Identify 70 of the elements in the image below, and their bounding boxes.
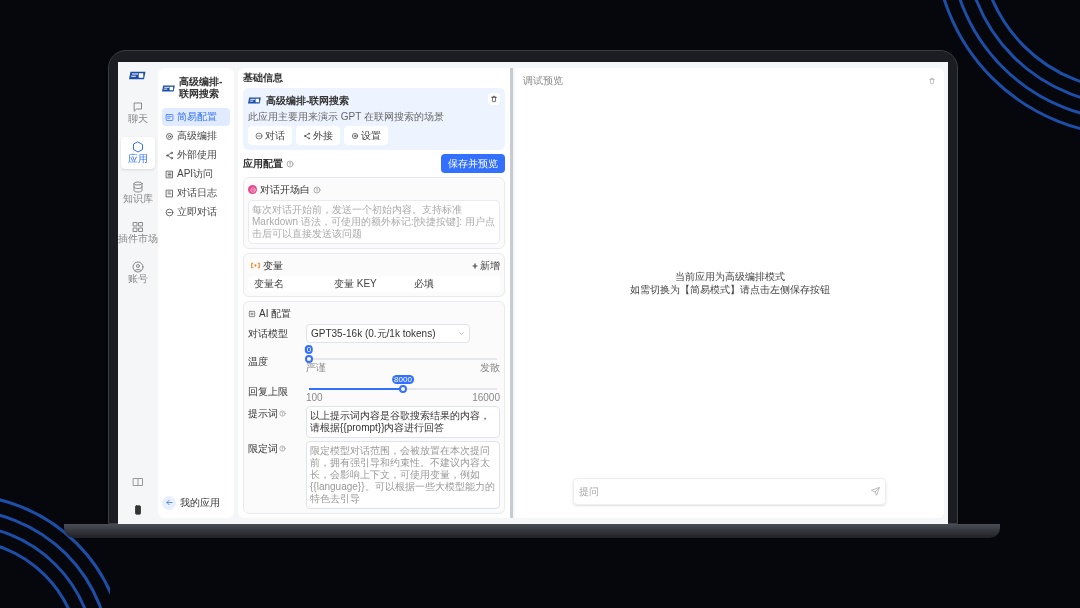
- phone-icon: [133, 504, 143, 516]
- cube-icon: [132, 141, 144, 153]
- info-text: 当前应用为高级编排模式: [674, 270, 785, 283]
- help-icon: [313, 185, 321, 194]
- scale-label: 发散: [480, 362, 500, 373]
- help-icon: [279, 410, 286, 417]
- card-title: 变量: [263, 259, 283, 273]
- logo-icon: [162, 83, 176, 93]
- section-heading: 应用配置: [243, 157, 283, 171]
- caret-icon: [458, 330, 465, 337]
- menu-item[interactable]: 外部使用: [162, 146, 230, 164]
- model-select[interactable]: GPT35-16k (0.元/1k tokens): [306, 324, 470, 343]
- database-icon: [132, 181, 144, 193]
- prompt-field[interactable]: 以上提示词内容是谷歌搜索结果的内容，请根据{{prompt}}内容进行回答: [306, 406, 500, 438]
- card-title: 对话开场白: [260, 183, 310, 197]
- info-text: 如需切换为【简易模式】请点击左侧保存按钮: [629, 283, 830, 296]
- nav-item[interactable]: 应用: [121, 137, 155, 169]
- nav-item[interactable]: 账号: [121, 257, 155, 289]
- value-badge: 0: [304, 345, 314, 354]
- menu-item[interactable]: 对话日志: [162, 184, 230, 202]
- app-name: 高级编排-联网搜索: [179, 76, 224, 100]
- field-label: 限定词: [248, 442, 278, 456]
- column-header: 变量 KEY: [334, 278, 378, 290]
- menu-item[interactable]: 简易配置: [162, 108, 230, 126]
- document-icon: [165, 188, 174, 198]
- variable-icon: [251, 262, 260, 269]
- add-button[interactable]: 新增: [472, 258, 500, 273]
- panel-title: 调试预览: [523, 74, 563, 88]
- field-label: 对话模型: [248, 327, 288, 341]
- delete-button[interactable]: [488, 93, 500, 105]
- trash-icon: [490, 95, 498, 103]
- slider-thumb[interactable]: [305, 355, 313, 363]
- back-link[interactable]: 我的应用: [162, 495, 230, 510]
- user-icon: [132, 261, 144, 273]
- book-icon: [132, 476, 144, 488]
- menu-item[interactable]: 高级编排: [162, 127, 230, 145]
- scale-label: 100: [306, 392, 323, 403]
- action-button[interactable]: 设置: [344, 126, 388, 145]
- menu-item[interactable]: API访问: [162, 165, 230, 183]
- plus-icon: [472, 262, 478, 269]
- scale-label: 严谨: [306, 362, 326, 373]
- nav-item[interactable]: 知识库: [121, 177, 155, 209]
- share-icon: [165, 150, 174, 160]
- field-label: 提示词: [248, 407, 278, 421]
- save-button[interactable]: 保存并预览: [441, 154, 505, 173]
- logo-icon: [129, 70, 147, 81]
- help-icon: [286, 159, 294, 168]
- scale-label: 16000: [472, 392, 500, 403]
- list-icon: [165, 169, 174, 179]
- grid-icon: [132, 221, 144, 233]
- chip-icon: [248, 309, 256, 318]
- logo-icon: [248, 96, 262, 105]
- nav-item[interactable]: 聊天: [121, 97, 155, 129]
- send-icon: [871, 487, 880, 496]
- action-button[interactable]: 外接: [296, 126, 340, 145]
- card-title: AI 配置: [259, 307, 292, 321]
- panel-icon: [165, 112, 174, 122]
- help-icon: [279, 445, 286, 452]
- column-header: 变量名: [254, 278, 285, 290]
- action-button[interactable]: 对话: [248, 126, 292, 145]
- app-description: 此应用主要用来演示 GPT 在联网搜索的场景: [248, 111, 445, 123]
- section-heading: 基础信息: [243, 72, 284, 84]
- menu-item[interactable]: 立即对话: [162, 203, 230, 221]
- value-badge: 8000: [392, 375, 414, 384]
- app-title: 高级编排-联网搜索: [266, 94, 350, 108]
- column-header: 必填: [414, 278, 435, 290]
- field-label: 回复上限: [248, 385, 288, 399]
- share-icon: [303, 131, 311, 140]
- field-label: 温度: [248, 355, 268, 369]
- back-arrow-icon: [164, 498, 174, 507]
